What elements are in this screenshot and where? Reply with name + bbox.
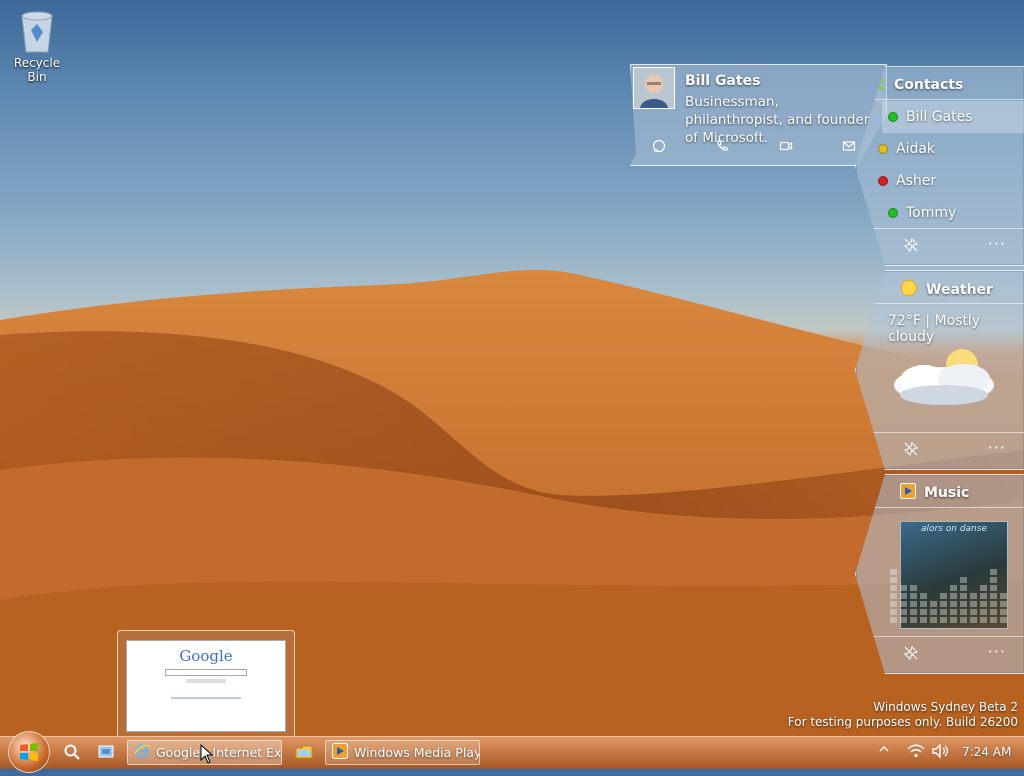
start-button[interactable]	[8, 731, 50, 773]
unpin-icon[interactable]	[903, 237, 919, 256]
taskbar: Google - Internet Ex... Windows Media Pl…	[0, 731, 1024, 773]
phone-icon[interactable]	[712, 139, 732, 156]
file-explorer-icon[interactable]	[294, 743, 314, 763]
volume-icon[interactable]	[930, 743, 950, 763]
cloudy-sun-icon	[864, 345, 1024, 419]
unpin-icon[interactable]	[903, 645, 919, 664]
thumbnail-buttons	[186, 679, 226, 683]
taskbar-button-label: Windows Media Play...	[354, 745, 480, 760]
status-online-icon	[888, 208, 898, 218]
weather-summary: 72°F | Mostly cloudy	[888, 313, 981, 345]
album-text: alors on danse	[920, 524, 987, 534]
build-watermark: Windows Sydney Beta 2 For testing purpos…	[788, 700, 1018, 730]
contact-item[interactable]: Tommy	[882, 197, 1024, 229]
more-options-icon[interactable]: ···	[988, 642, 1006, 661]
status-busy-icon	[878, 176, 888, 186]
contacts-panel: Contacts Bill Gates Aidak Asher Tommy ··…	[855, 66, 1024, 266]
search-icon[interactable]	[62, 743, 82, 763]
unpin-icon[interactable]	[903, 441, 919, 460]
taskbar-button-windows-media-player[interactable]: Windows Media Play...	[325, 740, 480, 765]
more-options-icon[interactable]: ···	[988, 234, 1006, 253]
contacts-title: Contacts	[894, 77, 964, 93]
chevron-up-icon[interactable]	[874, 743, 894, 763]
thumbnail-search-box	[165, 669, 247, 676]
thumbnail-links	[171, 697, 241, 699]
media-player-icon	[332, 743, 348, 762]
contact-card-name: Bill Gates	[685, 73, 761, 89]
taskbar-thumbnail-preview[interactable]: Google	[117, 630, 295, 737]
taskbar-button-label: Google - Internet Ex...	[156, 745, 282, 760]
wifi-icon[interactable]	[906, 743, 926, 763]
video-call-icon[interactable]	[776, 139, 796, 156]
clock[interactable]: 7:24 AM	[962, 745, 1011, 759]
contact-item[interactable]: Asher	[872, 165, 1024, 197]
contact-avatar[interactable]	[633, 67, 675, 109]
music-title: Music	[924, 485, 970, 501]
contact-name: Asher	[896, 173, 937, 189]
recycle-bin[interactable]: Recycle Bin	[4, 8, 70, 84]
media-player-icon	[900, 483, 916, 503]
recycle-bin-label: Recycle Bin	[13, 56, 61, 84]
equalizer-visualizer	[890, 569, 1007, 623]
weather-title: Weather	[926, 282, 993, 298]
internet-explorer-icon	[134, 743, 150, 762]
sun-icon	[900, 279, 918, 301]
build-line-2: For testing purposes only. Build 26200	[787, 715, 1018, 729]
contact-name: Bill Gates	[906, 109, 973, 125]
contact-name: Tommy	[906, 205, 957, 221]
windows-logo-icon	[20, 743, 38, 761]
show-desktop-icon[interactable]	[96, 743, 116, 763]
contact-item[interactable]: Bill Gates	[882, 101, 1024, 133]
status-away-icon	[878, 144, 888, 154]
music-panel: Music alors on danse ···	[855, 474, 1024, 674]
contact-item[interactable]: Aidak	[872, 133, 1024, 165]
mail-icon[interactable]	[839, 139, 859, 156]
google-logo-text: Google	[179, 647, 233, 665]
build-line-1: Windows Sydney Beta 2	[873, 700, 1018, 714]
weather-panel: Weather 72°F | Mostly cloudy ···	[855, 270, 1024, 470]
message-icon[interactable]	[649, 139, 669, 156]
more-options-icon[interactable]: ···	[988, 438, 1006, 457]
status-online-icon	[888, 112, 898, 122]
contact-card: Bill Gates Businessman, philanthropist, …	[630, 64, 887, 166]
google-logo: Google	[127, 647, 285, 665]
recycle-bin-icon	[17, 8, 57, 54]
browser-thumbnail: Google	[126, 640, 286, 732]
contact-name: Aidak	[896, 141, 936, 157]
mouse-cursor-icon	[200, 744, 214, 764]
